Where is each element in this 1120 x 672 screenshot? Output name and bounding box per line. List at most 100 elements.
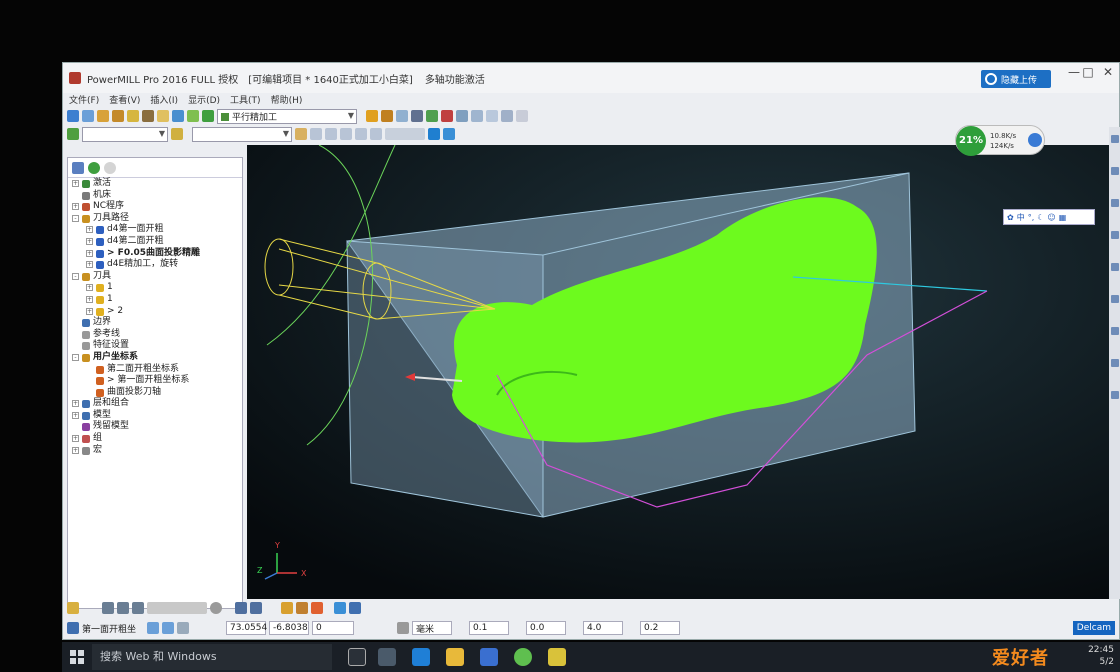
tree-node[interactable]: 机床 (68, 190, 242, 202)
view-cube-icon[interactable] (147, 622, 160, 634)
tree-expand-toggle[interactable]: + (86, 237, 93, 245)
right-tool-icon[interactable] (1111, 135, 1119, 143)
system-clock[interactable]: 22:45 5/2 (1088, 644, 1114, 668)
shading-icon[interactable] (67, 602, 79, 614)
view-cube2-icon[interactable] (162, 622, 175, 634)
tool-diameter-field[interactable]: 4.0 (583, 621, 624, 635)
tree-node[interactable]: - 刀具 (68, 271, 242, 283)
cloud-upload-button[interactable]: 隐藏上传 (981, 70, 1051, 88)
list-icon[interactable] (396, 110, 408, 122)
step-back-icon[interactable] (325, 128, 337, 140)
tree-node[interactable]: + d4E精加工，旋转 (68, 259, 242, 271)
tree-node[interactable]: +1 (68, 282, 242, 294)
verify-icon[interactable] (381, 110, 393, 122)
step-forward-icon[interactable] (355, 128, 367, 140)
tree-expand-toggle[interactable]: + (72, 180, 79, 187)
pattern-icon[interactable] (187, 110, 199, 122)
calc-icon[interactable] (411, 110, 423, 122)
menu-help[interactable]: 帮助(H) (271, 93, 303, 107)
rapid-move-icon[interactable] (142, 110, 154, 122)
toolpath-view3-icon[interactable] (132, 602, 144, 614)
menu-file[interactable]: 文件(F) (69, 93, 99, 107)
tree-node[interactable]: - 刀具路径 (68, 213, 242, 225)
toolpath-view-icon[interactable] (102, 602, 114, 614)
block-icon[interactable] (112, 110, 124, 122)
thickness-field[interactable]: 0.0 (526, 621, 567, 635)
tree-node[interactable]: - 用户坐标系 (68, 352, 242, 364)
menu-view[interactable]: 查看(V) (109, 93, 140, 107)
new-icon[interactable] (67, 110, 79, 122)
coord-z-field[interactable]: 0 (312, 621, 355, 635)
close-button[interactable]: ✕ (1097, 65, 1119, 79)
menu-insert[interactable]: 插入(I) (150, 93, 178, 107)
tree-node[interactable]: + 宏 (68, 445, 242, 457)
tree-node[interactable]: + 层和组合 (68, 398, 242, 410)
tree-node[interactable]: 参考线 (68, 329, 242, 341)
axis-icon[interactable] (426, 110, 438, 122)
graphics-viewport[interactable]: Y X Z (247, 145, 1120, 599)
wireframe-icon[interactable] (516, 110, 528, 122)
tree-node[interactable]: 残留模型 (68, 421, 242, 433)
ime-toolbar[interactable]: ✿ 中 °, ☾ ☺ ▦ (1003, 209, 1095, 225)
delete-icon[interactable] (349, 602, 361, 614)
view-top-icon[interactable] (471, 110, 483, 122)
stop-icon[interactable] (441, 110, 453, 122)
tree-expand-toggle[interactable]: + (86, 226, 93, 234)
circle-icon[interactable] (210, 602, 222, 614)
right-tool-icon[interactable] (1111, 167, 1119, 175)
measure-icon[interactable] (235, 602, 247, 614)
tolerance-field[interactable]: 0.1 (469, 621, 510, 635)
tool-select[interactable]: ▼ (192, 126, 292, 142)
tree-node[interactable]: +1 (68, 294, 242, 306)
tree-node[interactable]: + d4第二面开粗 (68, 236, 242, 248)
tree-node[interactable]: 第二面开粗坐标系 (68, 364, 242, 376)
shade-icon[interactable] (501, 110, 513, 122)
strategy-icon[interactable] (202, 110, 214, 122)
view-front-icon[interactable] (456, 110, 468, 122)
right-tool-icon[interactable] (1111, 263, 1119, 271)
explorer-tab-icon[interactable] (72, 161, 84, 174)
edit-icon[interactable] (250, 602, 262, 614)
help-tab-icon[interactable] (104, 161, 116, 174)
edge-browser-icon[interactable] (412, 648, 430, 666)
tree-expand-toggle[interactable]: + (86, 249, 93, 257)
tree-node[interactable]: + d4第一面开粗 (68, 224, 242, 236)
right-tool-icon[interactable] (1111, 231, 1119, 239)
tree-expand-toggle[interactable]: + (86, 307, 93, 315)
feed-icon[interactable] (157, 110, 169, 122)
tree-node[interactable]: + 激活 (68, 178, 242, 190)
ime-skin-icon[interactable]: ☺ (1047, 213, 1055, 222)
ime-paw-icon[interactable]: ✿ (1007, 213, 1014, 222)
file-explorer-icon[interactable] (446, 648, 464, 666)
tree-expand-toggle[interactable]: + (86, 261, 93, 269)
right-tool-icon[interactable] (1111, 391, 1119, 399)
tree-node[interactable]: + > 2 (68, 306, 242, 318)
tree-expand-toggle[interactable]: + (86, 295, 93, 303)
ime-grid-icon[interactable]: ▦ (1059, 213, 1067, 222)
windows-start-icon[interactable] (70, 650, 84, 664)
tool-icon[interactable] (127, 110, 139, 122)
tree-node[interactable]: + NC程序 (68, 201, 242, 213)
display-select[interactable] (147, 602, 207, 614)
tree-expand-toggle[interactable]: + (72, 203, 79, 211)
open-icon[interactable] (82, 110, 94, 122)
store-icon[interactable] (480, 648, 498, 666)
tool-holder-icon[interactable] (281, 602, 293, 614)
tree-expand-toggle[interactable]: - (72, 214, 79, 222)
ime-moon-icon[interactable]: ☾ (1037, 213, 1044, 222)
bulb-icon[interactable] (295, 128, 307, 140)
tree-expand-toggle[interactable]: + (72, 435, 79, 443)
palette-icon[interactable] (171, 128, 183, 140)
right-tool-icon[interactable] (1111, 359, 1119, 367)
coordinate-icon[interactable] (177, 622, 190, 634)
sim-speed-slider[interactable] (385, 128, 425, 140)
play-end-icon[interactable] (370, 128, 382, 140)
units-field[interactable]: 毫米 (412, 621, 453, 635)
leaf-icon[interactable] (67, 128, 79, 140)
ime-punct-icon[interactable]: °, (1028, 213, 1035, 222)
right-tool-icon[interactable] (1111, 199, 1119, 207)
boundary-icon[interactable] (172, 110, 184, 122)
stock-icon[interactable] (296, 602, 308, 614)
coord-y-field[interactable]: -6.8038 (269, 621, 310, 635)
play-start-icon[interactable] (310, 128, 322, 140)
